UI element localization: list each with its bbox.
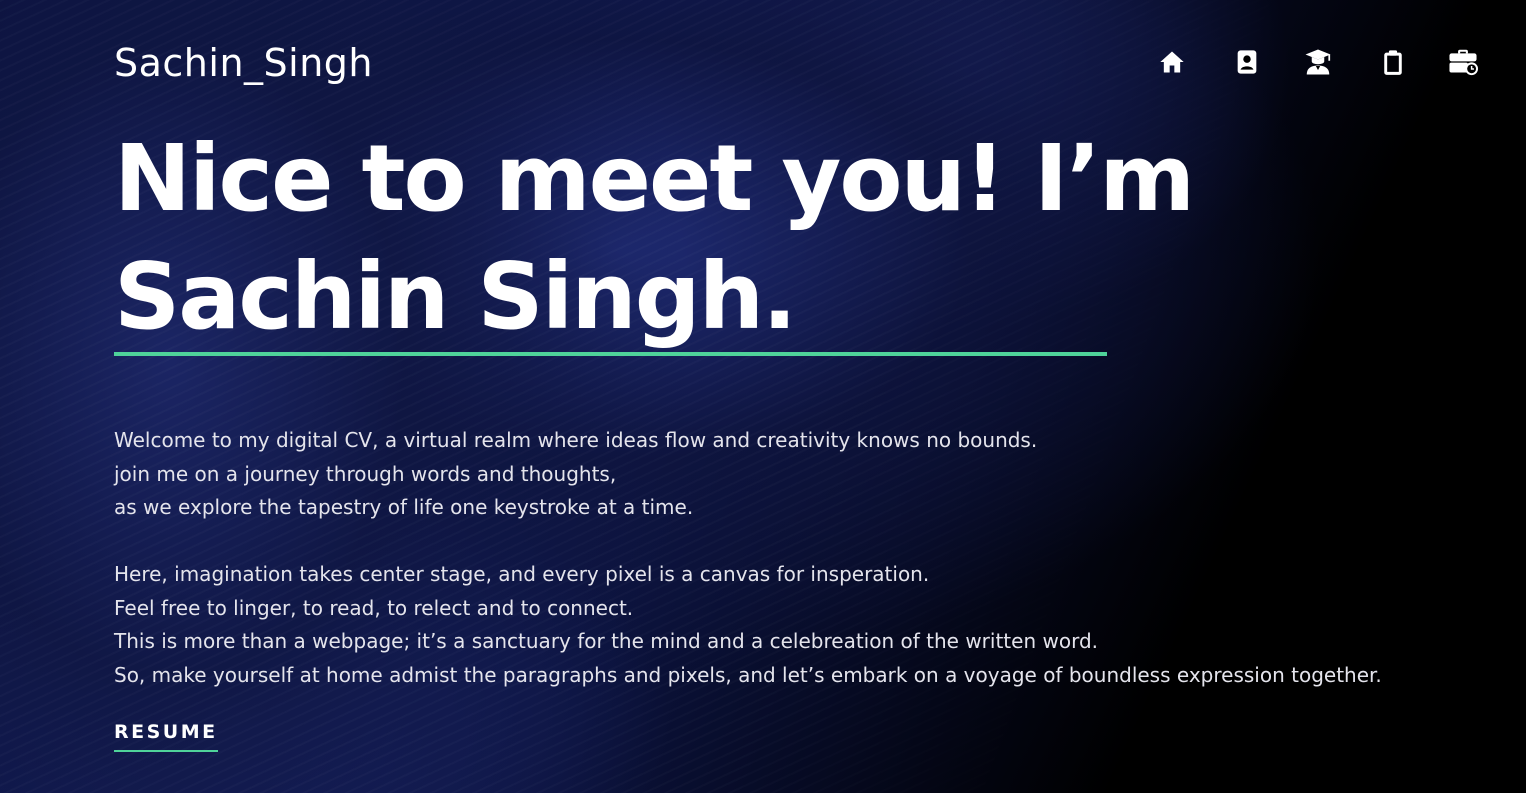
nav-experience-button[interactable] xyxy=(1443,44,1483,80)
graduate-icon xyxy=(1305,49,1331,75)
main-nav xyxy=(1150,44,1480,80)
intro-line: join me on a journey through words and t… xyxy=(114,461,617,486)
intro-line: This is more than a webpage; it’s a sanc… xyxy=(114,629,1098,653)
nav-clipboard-button[interactable] xyxy=(1373,44,1413,80)
name-underline xyxy=(114,352,1107,356)
nav-home-button[interactable] xyxy=(1152,44,1192,80)
briefcase-clock-icon xyxy=(1449,49,1479,76)
nav-education-button[interactable] xyxy=(1298,44,1338,80)
headline-greeting: Nice to meet you! I’m xyxy=(114,125,1195,232)
nav-contact-button[interactable] xyxy=(1227,44,1267,80)
contact-card-icon xyxy=(1237,50,1257,74)
intro-line: So, make yourself at home admist the par… xyxy=(114,662,1382,687)
page: Sachin_Singh Nice to meet you! I’m Sachi… xyxy=(0,0,1526,793)
site-brand[interactable]: Sachin_Singh xyxy=(114,40,373,86)
intro-line: Feel free to linger, to read, to relect … xyxy=(114,595,634,620)
home-icon xyxy=(1160,51,1184,73)
intro-line: Welcome to my digital CV, a virtual real… xyxy=(114,428,1038,452)
clipboard-icon xyxy=(1384,50,1402,75)
hero-headline: Nice to meet you! I’m Sachin Singh. xyxy=(114,120,1195,356)
intro-line: as we explore the tapestry of life one k… xyxy=(114,495,694,519)
headline-name: Sachin Singh. xyxy=(114,243,797,350)
intro-line: Here, imagination takes center stage, an… xyxy=(114,562,930,586)
resume-link[interactable]: RESUME xyxy=(114,720,218,752)
intro-text: Welcome to my digital CV, a virtual real… xyxy=(114,424,1504,692)
